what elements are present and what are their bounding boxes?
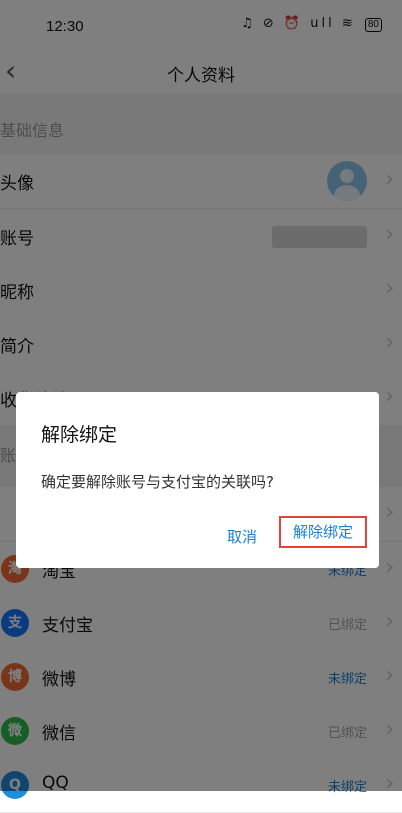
dialog-title: 解除绑定: [41, 424, 118, 446]
confirm-unbind-button[interactable]: 解除绑定: [279, 516, 367, 548]
unbind-dialog: 解除绑定 确定要解除账号与支付宝的关联吗? 取消 解除绑定: [16, 392, 379, 568]
cancel-button[interactable]: 取消: [227, 526, 257, 547]
dialog-message: 确定要解除账号与支付宝的关联吗?: [41, 473, 274, 491]
